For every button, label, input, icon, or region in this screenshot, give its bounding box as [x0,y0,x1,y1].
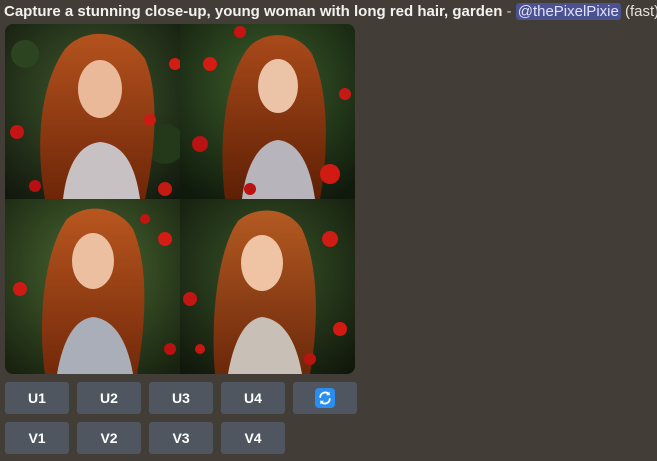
upscale-button-1[interactable]: U1 [5,382,69,414]
message-header: Capture a stunning close-up, young woman… [4,1,657,23]
upscale-button-3[interactable]: U3 [149,382,213,414]
generated-image-1[interactable] [5,24,180,199]
reroll-arrows-icon [315,388,335,408]
variation-button-2[interactable]: V2 [77,422,141,454]
bot-message: Capture a stunning close-up, young woman… [0,0,657,461]
speed-label: (fast) [625,3,657,20]
upscale-button-4[interactable]: U4 [221,382,285,414]
user-mention[interactable]: @thePixelPixie [515,3,621,20]
generated-image-2[interactable] [180,24,355,199]
image-grid[interactable] [5,24,355,374]
generated-image-4[interactable] [180,199,355,374]
prompt-text: Capture a stunning close-up, young woman… [4,3,503,20]
generated-image-3[interactable] [5,199,180,374]
separator: - [506,3,512,20]
reroll-button[interactable] [293,382,357,414]
upscale-button-2[interactable]: U2 [77,382,141,414]
variation-button-3[interactable]: V3 [149,422,213,454]
variation-button-4[interactable]: V4 [221,422,285,454]
variation-button-1[interactable]: V1 [5,422,69,454]
